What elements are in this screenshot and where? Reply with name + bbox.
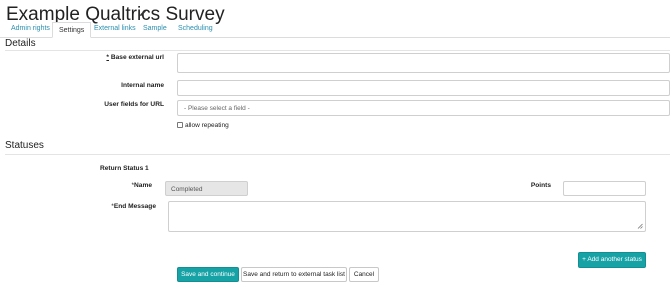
required-marker: * (106, 54, 109, 61)
base-url-label: * Base external url (60, 54, 164, 61)
points-label: Points (530, 182, 551, 189)
status-name-label-text: Name (134, 182, 152, 189)
resize-handle-icon[interactable] (637, 223, 643, 229)
tab-external-links[interactable]: External links (94, 25, 136, 32)
user-fields-placeholder: - Please select a field - (184, 105, 250, 112)
return-status-title: Return Status 1 (100, 165, 149, 172)
cancel-button[interactable]: Cancel (349, 267, 379, 282)
status-name-field: Completed (165, 181, 248, 196)
statuses-heading: Statuses (5, 140, 44, 151)
add-status-button[interactable]: + Add another status (578, 252, 646, 268)
tab-bar: Admin rights Settings External links Sam… (0, 22, 670, 38)
pencil-icon[interactable] (139, 9, 147, 17)
save-continue-button[interactable]: Save and continue (177, 267, 239, 282)
internal-name-input[interactable] (177, 80, 670, 96)
user-fields-label: User fields for URL (104, 101, 164, 108)
points-input[interactable] (563, 181, 646, 196)
tab-sample[interactable]: Sample (143, 25, 167, 32)
user-fields-select[interactable]: - Please select a field - (177, 100, 670, 116)
tab-settings[interactable]: Settings (52, 22, 92, 38)
base-url-input[interactable] (177, 53, 670, 73)
base-url-label-text: Base external url (110, 54, 164, 61)
tab-scheduling[interactable]: Scheduling (178, 25, 213, 32)
status-name-value: Completed (171, 186, 203, 193)
status-name-label: *Name (80, 182, 152, 189)
end-message-label: *End Message (80, 203, 156, 210)
details-divider (5, 50, 670, 51)
allow-repeating-label: allow repeating (185, 122, 229, 129)
save-return-button[interactable]: Save and return to external task list (241, 267, 347, 282)
details-heading: Details (5, 38, 36, 49)
end-message-label-text: End Message (113, 203, 156, 210)
allow-repeating-checkbox[interactable] (177, 122, 183, 128)
internal-name-label: Internal name (121, 82, 164, 89)
statuses-divider (5, 154, 670, 155)
end-message-textarea[interactable] (168, 201, 646, 232)
tab-admin-rights[interactable]: Admin rights (11, 25, 50, 32)
